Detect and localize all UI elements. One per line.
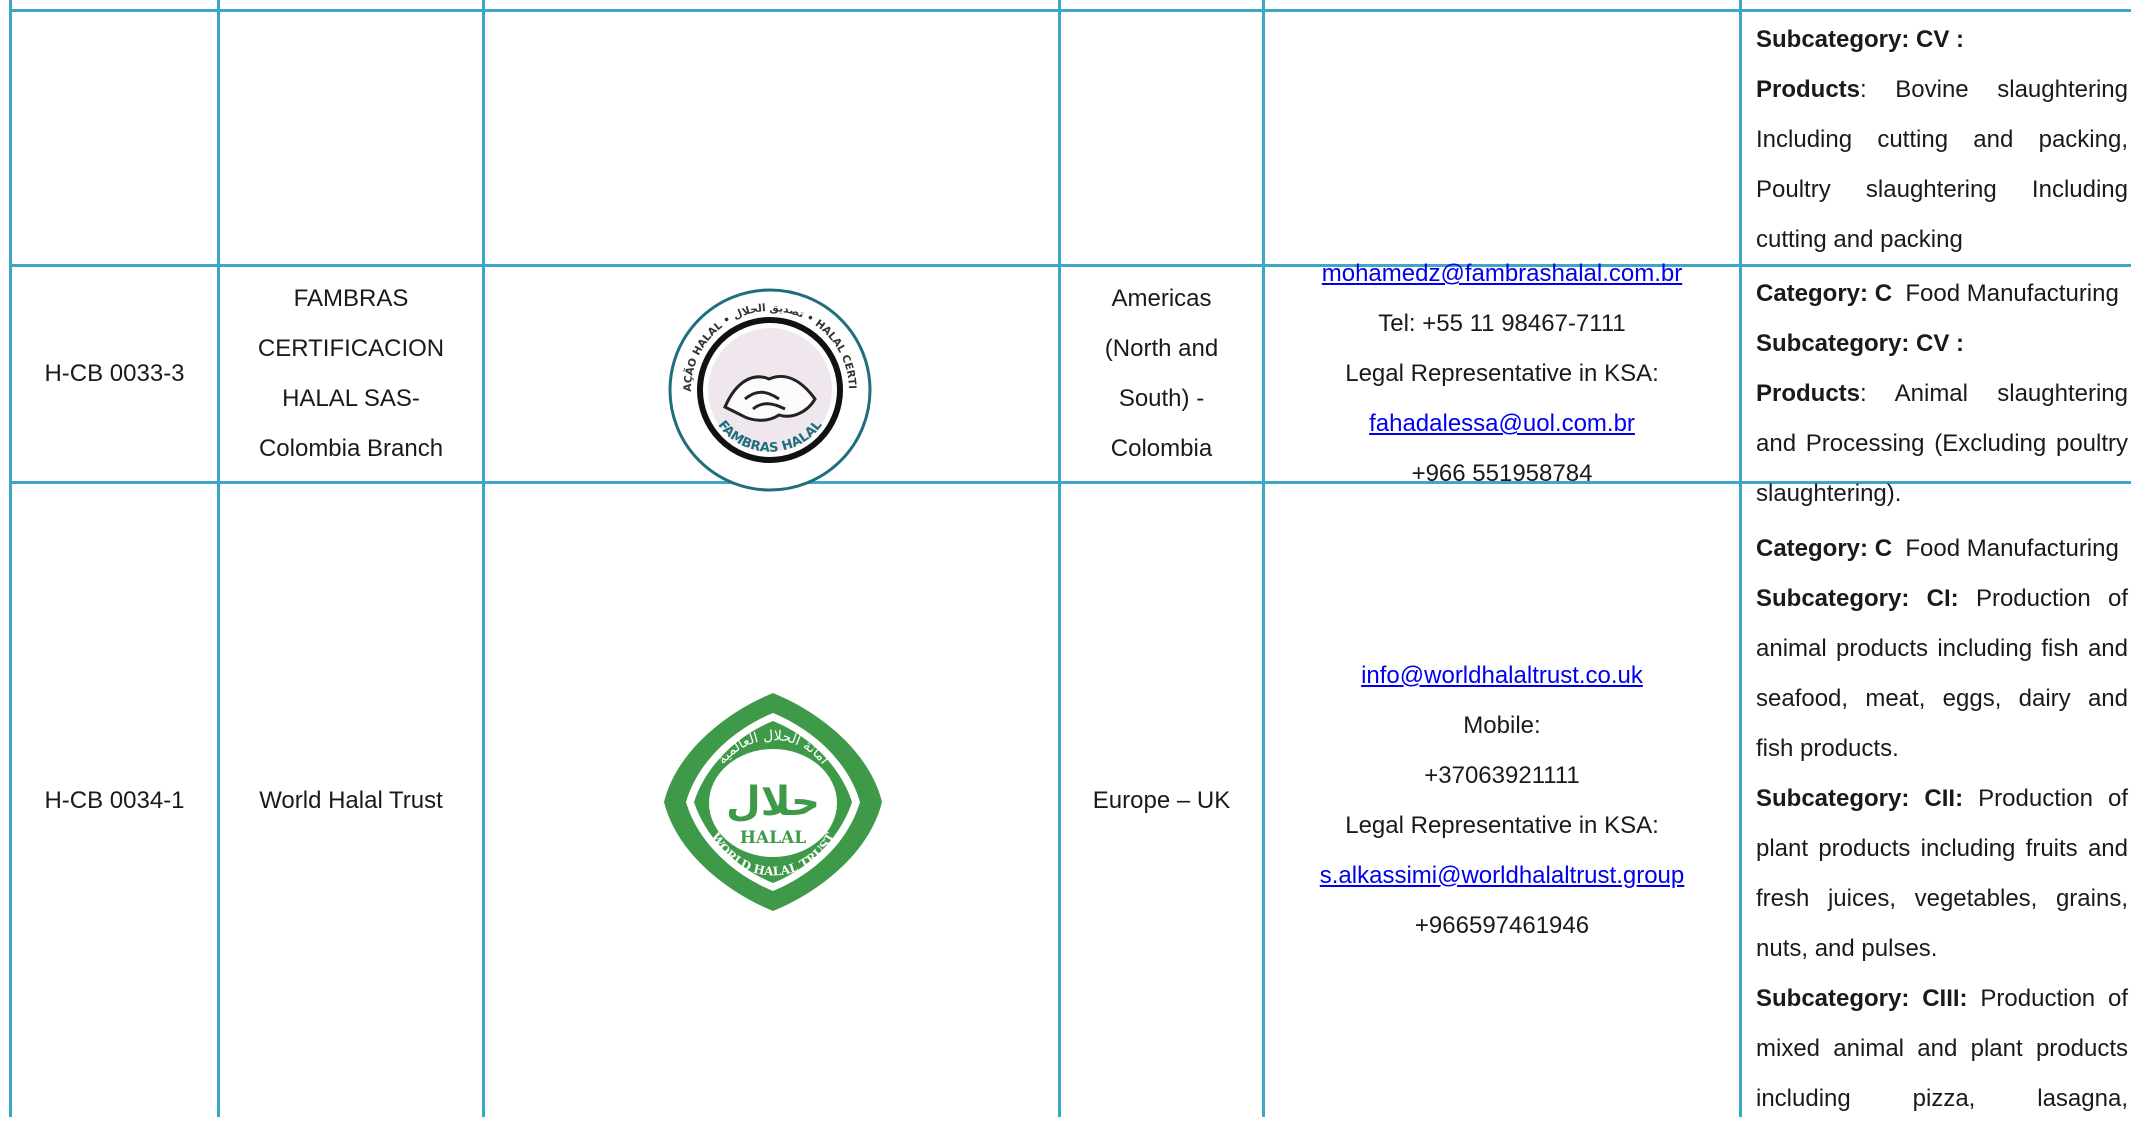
table-row: H-CB 0034-1 <box>12 484 217 1117</box>
products-text: Bovine slaughtering <box>1895 76 2128 103</box>
products-label: Products <box>1756 76 1861 103</box>
subcategory-text: seafood, meat, eggs, dairy and <box>1756 685 2128 712</box>
category-text: Food Manufacturing <box>1905 535 2119 562</box>
legal-rep-email-link[interactable]: s.alkassimi@worldhalaltrust.group <box>1320 862 1685 889</box>
subcategory-text: animal products including fish and <box>1756 635 2128 662</box>
logo-halal-word: HALAL <box>740 828 806 848</box>
column-divider <box>482 0 485 1117</box>
cb-name-line: HALAL SAS- <box>282 385 420 412</box>
handshake-seal-icon: CERTIFICAÇÃO HALAL • تصديق الحلال • HALA… <box>663 278 872 492</box>
legal-rep-label: Legal Representative in KSA: <box>1345 360 1659 387</box>
subcategory-text: Production of <box>1978 785 2128 812</box>
column-divider <box>1739 0 1742 1117</box>
contact-email-link[interactable]: mohamedz@fambrashalal.com.br <box>1322 260 1683 287</box>
subcategory-label: Subcategory: CV : <box>1756 26 1965 53</box>
contact-phone: Tel: +55 11 98467-7111 <box>1378 310 1626 337</box>
certification-bodies-table: Subcategory: CV : Products: Bovine slaug… <box>0 0 2131 1117</box>
region: Europe – UK <box>1092 786 1231 814</box>
category-label: Category: C <box>1756 280 1893 307</box>
products-text: slaughtering). <box>1756 480 1902 507</box>
cb-name-line: CERTIFICACION <box>257 335 445 362</box>
scope-cell: Category: C Food Manufacturing Subcatego… <box>1756 269 2128 519</box>
subcategory-label: Subcategory: CII: <box>1756 785 1964 812</box>
table-row: H-CB 0033-3 <box>12 267 217 481</box>
cb-name-line: FAMBRAS <box>293 285 409 312</box>
cb-name-line: Colombia Branch <box>258 435 444 462</box>
cb-name-cell: World Halal Trust <box>220 484 482 1117</box>
legal-rep-email-link[interactable]: fahadalessa@uol.com.br <box>1369 410 1635 437</box>
subcategory-text: mixed animal and plant products <box>1756 1035 2128 1062</box>
subcategory-text: Production of <box>1975 585 2128 612</box>
subcategory-label: Subcategory: CV : <box>1756 330 1965 357</box>
fambras-halal-logo: CERTIFICAÇÃO HALAL • تصديق الحلال • HALA… <box>663 278 873 498</box>
mobile-label: Mobile: <box>1463 711 1541 739</box>
contact-email-link[interactable]: info@worldhalaltrust.co.uk <box>1361 662 1643 689</box>
products-text: Including cutting and packing, <box>1756 126 2128 153</box>
contact-mobile: +37063921111 <box>1424 761 1580 789</box>
region-cell: Europe – UK <box>1061 484 1262 1117</box>
subcategory-label: Subcategory: CI: <box>1756 585 1959 612</box>
contact-cell: info@worldhalaltrust.co.uk Mobile: +3706… <box>1265 484 1739 1117</box>
cb-id: H-CB 0034-1 <box>44 786 185 814</box>
region-line: Americas <box>1111 285 1212 312</box>
region-line: (North and <box>1104 335 1219 362</box>
contact-cell: mohamedz@fambrashalal.com.br Tel: +55 11… <box>1265 260 1739 487</box>
world-halal-trust-icon: أمانة الحلال العالمية حلال HALAL WORLD H… <box>664 693 882 911</box>
cb-name: World Halal Trust <box>259 786 443 814</box>
scope-cell: Category: C Food Manufacturing Subcatego… <box>1756 524 2128 1124</box>
subcategory-text: plant products including fruits and <box>1756 835 2128 862</box>
category-text: Food Manufacturing <box>1905 280 2119 307</box>
products-text: and Processing (Excluding poultry <box>1756 430 2128 457</box>
subcategory-text: fish products. <box>1756 735 1899 762</box>
legal-rep-label: Legal Representative in KSA: <box>1345 811 1659 839</box>
table-border-top <box>9 9 2131 12</box>
region-cell: Americas (North and South) - Colombia <box>1061 267 1262 481</box>
region-line: South) - <box>1118 385 1205 412</box>
subcategory-text: fresh juices, vegetables, grains, <box>1756 885 2128 912</box>
products-text: Animal slaughtering <box>1894 380 2128 407</box>
cb-name-cell: FAMBRAS CERTIFICACION HALAL SAS- Colombi… <box>220 267 482 481</box>
cb-id: H-CB 0033-3 <box>44 360 185 387</box>
world-halal-trust-logo: أمانة الحلال العالمية حلال HALAL WORLD H… <box>662 691 884 918</box>
products-label: Products <box>1756 380 1861 407</box>
products-text: cutting and packing <box>1756 226 1963 253</box>
subcategory-text: Production of <box>1980 985 2129 1012</box>
logo-arabic-center: حلال <box>726 779 820 825</box>
subcategory-text: nuts, and pulses. <box>1756 935 1938 962</box>
products-text: Poultry slaughtering Including <box>1756 176 2128 203</box>
scope-cell: Subcategory: CV : Products: Bovine slaug… <box>1756 15 2128 265</box>
subcategory-label: Subcategory: CIII: <box>1756 985 1968 1012</box>
legal-rep-phone: +966597461946 <box>1414 911 1590 939</box>
region-line: Colombia <box>1110 435 1213 462</box>
category-label: Category: C <box>1756 535 1893 562</box>
